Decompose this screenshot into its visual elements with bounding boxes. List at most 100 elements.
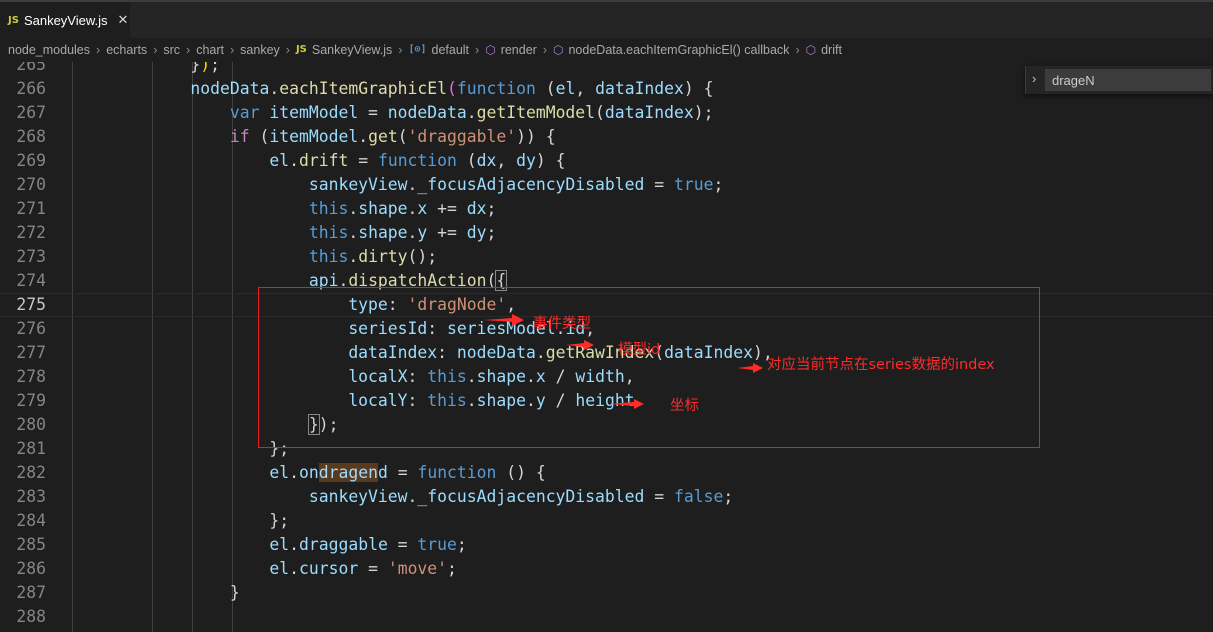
annotation-event-type: 事件类型	[533, 316, 591, 332]
line-number: 269	[16, 151, 46, 170]
code-token: }	[72, 62, 201, 74]
code-line[interactable]: 273 this.dirty();	[0, 245, 1213, 269]
method-icon: ⬡	[485, 43, 496, 57]
code-line[interactable]: 283 sankeyView._focusAdjacencyDisabled =…	[0, 485, 1213, 509]
code-line[interactable]: 287 }	[0, 581, 1213, 605]
code-token: sankeyView	[308, 487, 408, 506]
code-line[interactable]: 271 this.shape.x += dx;	[0, 197, 1213, 221]
annotation-arrow-icon	[610, 399, 644, 409]
code-line[interactable]: 282 el.ondragend = function () {	[0, 461, 1213, 485]
code-token: function	[377, 151, 457, 170]
code-token: .	[289, 463, 299, 482]
annotation-node-index: 对应当前节点在series数据的index	[767, 357, 995, 373]
code-token: .	[348, 199, 359, 218]
line-number: 267	[16, 103, 46, 122]
code-token: itemModel	[269, 127, 359, 146]
breadcrumb-label: src	[163, 43, 181, 57]
tab-sankeyview[interactable]: JS SankeyView.js ✕	[0, 2, 130, 38]
code-token: () {	[496, 463, 546, 482]
breadcrumb-item[interactable]: echarts	[106, 43, 147, 57]
line-number: 265	[16, 62, 46, 74]
chevron-right-icon: ›	[186, 43, 191, 57]
line-number: 279	[16, 391, 46, 410]
find-widget: ›	[1025, 66, 1213, 94]
code-text: this.dirty();	[72, 245, 437, 269]
code-line[interactable]: 270 sankeyView._focusAdjacencyDisabled =…	[0, 173, 1213, 197]
chevron-right-icon: ›	[96, 43, 101, 57]
code-line[interactable]: 285 el.draggable = true;	[0, 533, 1213, 557]
breadcrumb-item[interactable]: ⬡ render	[485, 43, 537, 57]
breadcrumb-item[interactable]: src	[163, 43, 180, 57]
code-token: this	[308, 247, 349, 266]
tab-label: SankeyView.js	[23, 12, 108, 28]
code-token: true	[417, 535, 457, 554]
code-token: =	[387, 535, 418, 554]
code-token: dx	[466, 199, 487, 218]
code-token: +=	[427, 199, 467, 218]
code-token: (	[397, 127, 408, 146]
chevron-right-icon[interactable]: ›	[1032, 71, 1036, 86]
code-token: el	[269, 559, 290, 578]
breadcrumb-label: SankeyView.js	[311, 43, 393, 57]
code-token: 'move'	[387, 559, 448, 578]
line-number: 271	[16, 199, 46, 218]
code-line[interactable]: 268 if (itemModel.get('draggable')) {	[0, 125, 1213, 149]
breadcrumb-item[interactable]: node_modules	[8, 43, 90, 57]
code-text: };	[72, 437, 289, 461]
code-token: )) {	[516, 127, 556, 146]
code-token: dy	[516, 151, 536, 170]
breadcrumb-item[interactable]: sankey	[240, 43, 280, 57]
code-token: .	[407, 175, 418, 194]
code-token: dragen	[318, 463, 378, 482]
breadcrumb-label: nodeData.eachItemGraphicEl() callback	[568, 43, 790, 57]
code-token: =	[358, 103, 388, 122]
code-line[interactable]: 272 this.shape.y += dy;	[0, 221, 1213, 245]
code-token: };	[72, 439, 290, 458]
js-file-icon: JS	[295, 44, 307, 55]
code-line[interactable]: 284 };	[0, 509, 1213, 533]
breadcrumb-item[interactable]: chart	[196, 43, 224, 57]
code-token: function	[417, 463, 497, 482]
line-number: 268	[16, 127, 46, 146]
code-token: .	[407, 223, 418, 242]
code-token: dy	[466, 223, 487, 242]
line-number: 286	[16, 559, 46, 578]
code-line[interactable]: 288	[0, 605, 1213, 629]
breadcrumb-item[interactable]: JS SankeyView.js	[296, 43, 392, 57]
code-token: (	[456, 151, 477, 170]
line-number: 288	[16, 607, 46, 626]
annotation-coords: 坐标	[670, 398, 699, 414]
line-number: 287	[16, 583, 46, 602]
code-token: el	[269, 151, 290, 170]
code-token: }	[72, 583, 240, 602]
code-line[interactable]: 269 el.drift = function (dx, dy) {	[0, 149, 1213, 173]
code-token: ;	[723, 487, 734, 506]
code-line[interactable]: 286 el.cursor = 'move';	[0, 557, 1213, 581]
code-line[interactable]: 267 var itemModel = nodeData.getItemMode…	[0, 101, 1213, 125]
breadcrumb-label: chart	[196, 43, 224, 57]
code-token: (	[447, 79, 457, 98]
breadcrumb-label: drift	[821, 43, 842, 57]
breadcrumb-item[interactable]: ⬡ drift	[806, 43, 842, 57]
breadcrumb-item[interactable]: ⬡ nodeData.eachItemGraphicEl() callback	[553, 43, 789, 57]
line-number: 277	[16, 343, 46, 362]
code-token: getItemModel	[476, 103, 596, 122]
code-token: .	[407, 199, 418, 218]
code-token: =	[358, 559, 388, 578]
code-text: el.ondragend = function () {	[72, 461, 546, 485]
annotation-arrow-icon	[566, 340, 594, 350]
breadcrumb-item[interactable]: [⊙] default	[408, 43, 469, 57]
code-token: .	[466, 103, 477, 122]
code-token: ;	[486, 199, 497, 218]
line-number: 270	[16, 175, 46, 194]
breadcrumb-label: echarts	[106, 43, 148, 57]
code-token: ;	[210, 62, 221, 74]
find-input[interactable]	[1045, 69, 1211, 91]
close-icon[interactable]: ✕	[118, 12, 129, 28]
code-token: x	[417, 199, 428, 218]
